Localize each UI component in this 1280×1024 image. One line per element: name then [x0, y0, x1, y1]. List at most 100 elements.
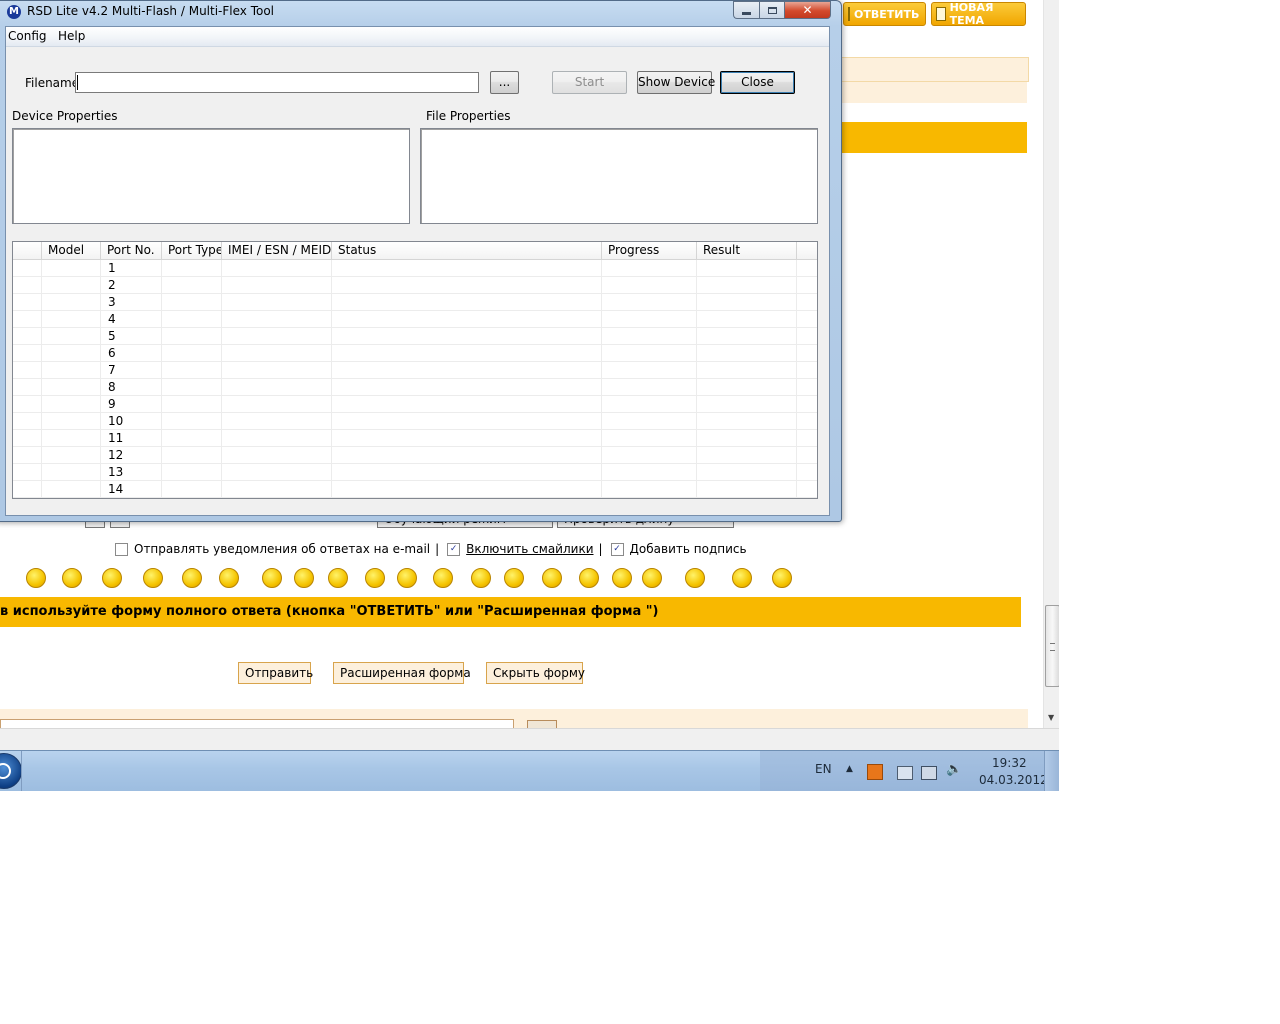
- smiley-icon[interactable]: [612, 568, 632, 588]
- start-button-icon[interactable]: [0, 753, 22, 789]
- table-cell: [797, 447, 817, 464]
- reply-button[interactable]: ОТВЕТИТЬ: [843, 2, 926, 26]
- language-indicator[interactable]: EN: [815, 762, 832, 776]
- column-header[interactable]: [797, 242, 817, 259]
- smiley-icon[interactable]: [542, 568, 562, 588]
- table-cell: [42, 430, 101, 447]
- column-header[interactable]: Result: [697, 242, 797, 259]
- column-header[interactable]: IMEI / ESN / MEID: [222, 242, 332, 259]
- clock-time[interactable]: 19:32: [992, 756, 1027, 770]
- smiley-icon[interactable]: [642, 568, 662, 588]
- app-tray-icon[interactable]: [867, 764, 883, 780]
- minimize-button[interactable]: [733, 1, 759, 19]
- column-header[interactable]: Port Type: [162, 242, 222, 259]
- document-icon: [936, 7, 946, 21]
- port-table[interactable]: Model Port No. Port Type IMEI / ESN / MEID S…: [12, 241, 818, 499]
- table-cell: [332, 379, 602, 396]
- close-icon: ✕: [802, 3, 813, 17]
- scrollbar-thumb[interactable]: [1045, 605, 1059, 687]
- rsd-lite-window: M RSD Lite v4.2 Multi-Flash / Multi-Flex…: [0, 0, 842, 522]
- table-row[interactable]: 7: [13, 362, 817, 379]
- table-row[interactable]: 6: [13, 345, 817, 362]
- table-cell: [602, 413, 697, 430]
- title-bar[interactable]: M RSD Lite v4.2 Multi-Flash / Multi-Flex…: [0, 1, 841, 23]
- menu-help[interactable]: Help: [58, 29, 85, 43]
- smiley-icon[interactable]: [294, 568, 314, 588]
- smiley-icon[interactable]: [579, 568, 599, 588]
- table-row[interactable]: 13: [13, 464, 817, 481]
- table-cell: [697, 345, 797, 362]
- smiley-icon[interactable]: [102, 568, 122, 588]
- smiley-icon[interactable]: [732, 568, 752, 588]
- table-cell: [222, 447, 332, 464]
- port-number-cell: 2: [101, 277, 162, 294]
- smiley-icon[interactable]: [143, 568, 163, 588]
- column-header[interactable]: Model: [42, 242, 101, 259]
- enable-smileys-link[interactable]: Включить смайлики: [466, 542, 593, 556]
- column-header[interactable]: [13, 242, 42, 259]
- show-hidden-icons-icon[interactable]: ▲: [846, 764, 853, 774]
- table-row[interactable]: 1: [13, 260, 817, 277]
- table-row[interactable]: 10: [13, 413, 817, 430]
- smiley-icon[interactable]: [685, 568, 705, 588]
- smiley-icon[interactable]: [471, 568, 491, 588]
- smiley-icon[interactable]: [397, 568, 417, 588]
- maximize-button[interactable]: [759, 1, 784, 19]
- smiley-icon[interactable]: [365, 568, 385, 588]
- table-cell: [162, 294, 222, 311]
- table-row[interactable]: 2: [13, 277, 817, 294]
- table-cell: [222, 464, 332, 481]
- table-cell: [332, 311, 602, 328]
- table-row[interactable]: 14: [13, 481, 817, 498]
- add-signature-checkbox[interactable]: ✓: [610, 542, 624, 556]
- hide-form-button[interactable]: Скрыть форму: [486, 662, 585, 684]
- advanced-form-button[interactable]: Расширенная форма: [333, 662, 471, 684]
- email-notify-checkbox[interactable]: [115, 542, 128, 556]
- column-header[interactable]: Progress: [602, 242, 697, 259]
- filename-input[interactable]: [75, 72, 479, 93]
- smiley-help-icon[interactable]: [328, 568, 348, 588]
- show-device-button[interactable]: Show Device: [637, 71, 715, 94]
- volume-icon[interactable]: 🔈: [946, 762, 962, 777]
- new-topic-button[interactable]: НОВАЯ ТЕМА: [931, 1, 1026, 27]
- table-row[interactable]: 8: [13, 379, 817, 396]
- show-desktop-button[interactable]: [1044, 751, 1059, 791]
- start-button[interactable]: Start: [552, 71, 627, 94]
- smiley-icon[interactable]: [26, 568, 46, 588]
- table-cell: [697, 430, 797, 447]
- table-cell: [42, 413, 101, 430]
- table-row[interactable]: 3: [13, 294, 817, 311]
- clock-date[interactable]: 04.03.2012: [979, 773, 1048, 787]
- table-cell: [222, 345, 332, 362]
- table-row[interactable]: 12: [13, 447, 817, 464]
- smiley-icon[interactable]: [182, 568, 202, 588]
- smiley-icon[interactable]: [62, 568, 82, 588]
- close-button[interactable]: Close: [720, 71, 795, 94]
- table-row[interactable]: 4: [13, 311, 817, 328]
- table-row[interactable]: 9: [13, 396, 817, 413]
- menu-config[interactable]: Config: [8, 29, 47, 43]
- action-center-icon[interactable]: [897, 766, 913, 780]
- page-scrollbar[interactable]: ▼: [1043, 0, 1059, 728]
- column-header[interactable]: Port No.: [101, 242, 162, 259]
- enable-smileys-checkbox[interactable]: ✓: [447, 542, 461, 556]
- window-close-button[interactable]: ✕: [784, 1, 831, 19]
- scroll-down-arrow-icon[interactable]: ▼: [1048, 713, 1054, 722]
- table-cell: [602, 396, 697, 413]
- maximize-icon: [767, 6, 777, 14]
- smiley-icon[interactable]: [772, 568, 792, 588]
- table-cell: [42, 396, 101, 413]
- column-header[interactable]: Status: [332, 242, 602, 259]
- browse-button[interactable]: ...: [490, 71, 519, 94]
- smiley-icon[interactable]: [262, 568, 282, 588]
- device-properties-box[interactable]: [12, 128, 410, 224]
- smiley-icon[interactable]: [219, 568, 239, 588]
- table-cell: [222, 481, 332, 498]
- network-icon[interactable]: [921, 766, 937, 780]
- table-row[interactable]: 5: [13, 328, 817, 345]
- table-row[interactable]: 11: [13, 430, 817, 447]
- file-properties-box[interactable]: [420, 128, 818, 224]
- send-button[interactable]: Отправить: [238, 662, 313, 684]
- smiley-icon[interactable]: [433, 568, 453, 588]
- smiley-icon[interactable]: [504, 568, 524, 588]
